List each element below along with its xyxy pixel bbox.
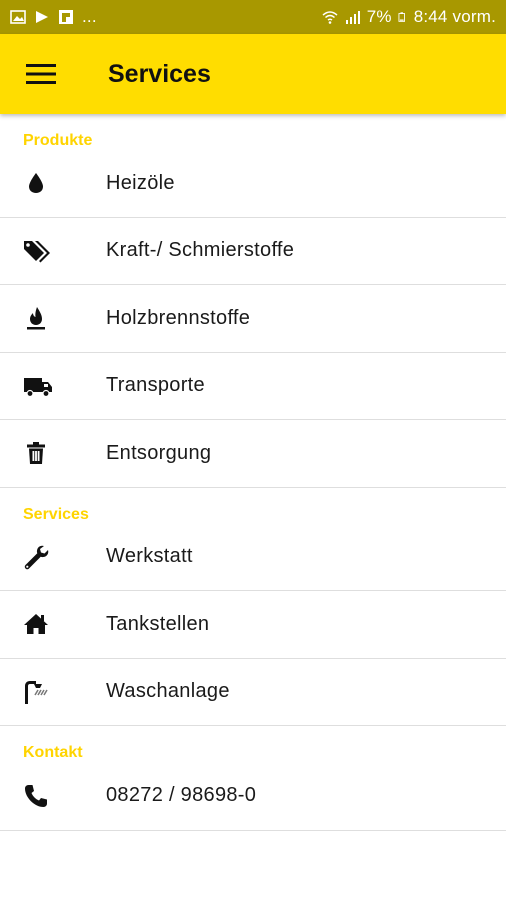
status-ellipsis: ... bbox=[82, 7, 97, 26]
tags-icon bbox=[24, 240, 50, 263]
list-item-label: Waschanlage bbox=[106, 680, 230, 703]
divider bbox=[0, 829, 506, 831]
play-store-icon bbox=[36, 11, 48, 23]
menu-button[interactable] bbox=[0, 34, 82, 114]
signal-icon bbox=[345, 11, 360, 24]
list-item-label: Tankstellen bbox=[106, 612, 210, 635]
battery-icon bbox=[398, 12, 405, 22]
list-item-waschanlage[interactable]: Waschanlage bbox=[0, 659, 506, 726]
list-item-heizoele[interactable]: Heizöle bbox=[0, 150, 506, 218]
list-item-label: Werkstatt bbox=[106, 545, 193, 568]
trash-icon bbox=[27, 442, 45, 465]
list-item-werkstatt[interactable]: Werkstatt bbox=[0, 524, 506, 591]
status-bar: ... 7% 8:44 vorm. bbox=[0, 0, 506, 34]
app-bar: Services bbox=[0, 34, 506, 114]
wrench-icon bbox=[24, 545, 49, 569]
home-icon bbox=[24, 614, 48, 635]
shower-icon bbox=[25, 680, 48, 704]
flipboard-icon bbox=[59, 10, 73, 24]
section-header-services: Services bbox=[23, 505, 89, 523]
clock: 8:44 vorm. bbox=[413, 7, 496, 26]
list-item-holzbrennstoffe[interactable]: Holzbrennstoffe bbox=[0, 285, 506, 353]
list-item-label: Entsorgung bbox=[106, 441, 212, 464]
list-item-label: 08272 / 98698-0 bbox=[106, 784, 257, 807]
list-item-phone[interactable]: 08272 / 98698-0 bbox=[0, 762, 506, 830]
drop-icon bbox=[29, 173, 43, 194]
section-header-kontakt: Kontakt bbox=[23, 744, 83, 761]
list-item-label: Heizöle bbox=[106, 171, 175, 194]
wifi-icon bbox=[322, 11, 338, 24]
fire-icon bbox=[27, 307, 45, 330]
list-item-label: Kraft-/ Schmierstoffe bbox=[106, 239, 295, 262]
truck-icon bbox=[24, 377, 52, 397]
page-title: Services bbox=[108, 59, 211, 88]
navigation-list: Produkte Heizöle Kraft-/ Schmierstoffe H… bbox=[0, 114, 506, 831]
list-item-transporte[interactable]: Transporte bbox=[0, 353, 506, 420]
gallery-icon bbox=[10, 10, 26, 24]
battery-percent: 7% bbox=[366, 7, 392, 26]
list-item-entsorgung[interactable]: Entsorgung bbox=[0, 420, 506, 488]
hamburger-menu-icon bbox=[26, 64, 56, 84]
list-item-label: Holzbrennstoffe bbox=[106, 306, 251, 329]
section-header-produkte: Produkte bbox=[23, 132, 93, 149]
list-item-kraft-schmierstoffe[interactable]: Kraft-/ Schmierstoffe bbox=[0, 218, 506, 285]
list-item-label: Transporte bbox=[106, 374, 205, 397]
list-item-tankstellen[interactable]: Tankstellen bbox=[0, 591, 506, 659]
phone-icon bbox=[25, 784, 47, 807]
